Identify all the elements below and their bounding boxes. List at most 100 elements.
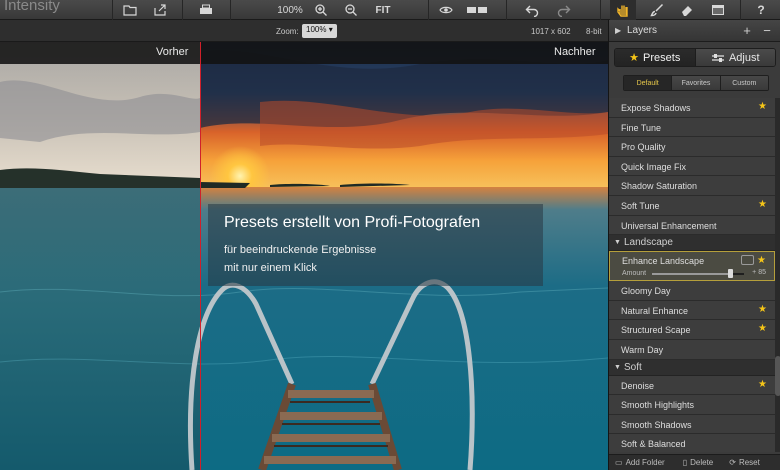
- add-folder-button[interactable]: ▭ Add Folder: [609, 455, 671, 470]
- list-item[interactable]: Soft Tune ★: [609, 195, 775, 216]
- star-icon[interactable]: ★: [758, 199, 767, 210]
- promo-line-2: mit nur einem Klick: [224, 262, 317, 274]
- amount-slider[interactable]: [652, 269, 744, 279]
- zoom-out-button[interactable]: [340, 0, 362, 20]
- reset-button[interactable]: ⟳ Reset: [723, 455, 766, 470]
- reset-label: Reset: [738, 458, 760, 467]
- sliders-icon: [711, 53, 724, 62]
- caret-right-icon: ▶: [615, 26, 622, 35]
- group-soft[interactable]: ▼ Soft: [609, 359, 775, 376]
- folder-icon: [123, 5, 137, 16]
- fit-button[interactable]: FIT: [370, 0, 396, 20]
- hand-icon: [617, 5, 628, 17]
- list-item[interactable]: Denoise ★: [609, 375, 775, 396]
- tab-adjust-label: Adjust: [728, 51, 760, 64]
- preset-label: Smooth Highlights: [621, 400, 695, 411]
- panel-footer: ▭ Add Folder ▯ Delete ⟳ Reset: [609, 454, 780, 470]
- preset-label: Denoise: [621, 380, 655, 391]
- star-icon[interactable]: ★: [758, 304, 767, 315]
- list-item[interactable]: Smooth Highlights: [609, 395, 775, 415]
- delete-label: Delete: [690, 458, 714, 467]
- preset-label: Warm Day: [621, 344, 664, 355]
- compare-button[interactable]: [462, 0, 492, 20]
- star-icon[interactable]: ★: [758, 379, 767, 390]
- adjust-icon[interactable]: [741, 255, 754, 266]
- zoom-in-button[interactable]: [310, 0, 332, 20]
- tab-presets[interactable]: ★ Presets: [615, 49, 695, 66]
- zoom-select[interactable]: 100% ▾: [302, 24, 337, 38]
- list-item[interactable]: Fine Tune: [609, 117, 775, 138]
- list-item[interactable]: Expose Shadows ★: [609, 98, 775, 118]
- bit-depth: 8-bit: [586, 27, 602, 36]
- undo-button[interactable]: [520, 0, 544, 20]
- brush-tool-button[interactable]: [644, 0, 670, 20]
- main-toolbar: Intensity 100% FIT ?: [0, 0, 780, 20]
- image-canvas[interactable]: Vorher Nachher Presets erstellt von Prof…: [0, 42, 608, 470]
- list-item[interactable]: Gloomy Day: [609, 281, 775, 301]
- add-layer-button[interactable]: +: [739, 23, 755, 39]
- star-icon[interactable]: ★: [758, 323, 767, 334]
- after-label: Nachher: [554, 46, 596, 58]
- scrollbar-thumb[interactable]: [775, 356, 780, 396]
- amount-slider-handle[interactable]: [728, 269, 734, 279]
- filter-custom[interactable]: Custom: [719, 76, 768, 90]
- preset-label: Quick Image Fix: [621, 161, 687, 172]
- right-panel: ▶ Layers + − ★ Presets Adjust Default Fa…: [608, 20, 780, 470]
- share-button[interactable]: [148, 0, 172, 20]
- status-bar: Zoom: 100% ▾ 1017 x 602 8-bit: [0, 20, 608, 42]
- star-icon[interactable]: ★: [757, 255, 766, 266]
- eraser-tool-button[interactable]: [674, 0, 700, 20]
- trash-icon: ▯: [682, 458, 688, 467]
- star-icon[interactable]: ★: [758, 101, 767, 112]
- zoom-out-icon: [345, 4, 357, 16]
- list-item[interactable]: Natural Enhance ★: [609, 300, 775, 321]
- list-item[interactable]: Soft & Balanced: [609, 434, 775, 452]
- hand-tool-button[interactable]: [610, 0, 636, 20]
- list-item[interactable]: Warm Day: [609, 339, 775, 360]
- layers-header[interactable]: ▶ Layers + −: [609, 20, 780, 42]
- before-label: Vorher: [156, 46, 189, 58]
- tab-presets-label: Presets: [643, 51, 681, 64]
- redo-button[interactable]: [552, 0, 576, 20]
- tab-adjust[interactable]: Adjust: [694, 49, 775, 66]
- zoom-value: 100%: [306, 25, 327, 34]
- zoom-label: Zoom:: [276, 27, 299, 36]
- help-button[interactable]: ?: [750, 0, 772, 20]
- zoom-in-icon: [315, 4, 327, 16]
- zoom-100-button[interactable]: 100%: [274, 0, 306, 20]
- print-icon: [200, 4, 212, 14]
- add-folder-label: Add Folder: [625, 458, 665, 467]
- list-item-selected[interactable]: Enhance Landscape ★ Amount + 85: [609, 251, 775, 282]
- list-item[interactable]: Shadow Saturation: [609, 176, 775, 196]
- list-item[interactable]: Structured Scape ★: [609, 320, 775, 340]
- image-dimensions: 1017 x 602: [531, 27, 571, 36]
- preset-scrollbar[interactable]: [775, 98, 780, 452]
- preset-label: Natural Enhance: [621, 305, 689, 316]
- list-item[interactable]: Smooth Shadows: [609, 414, 775, 435]
- help-icon: ?: [757, 3, 765, 17]
- list-item[interactable]: Pro Quality: [609, 137, 775, 157]
- open-folder-button[interactable]: [118, 0, 142, 20]
- delete-button[interactable]: ▯ Delete: [677, 455, 720, 470]
- app-title: Intensity: [4, 0, 60, 14]
- filter-favorites[interactable]: Favorites: [671, 76, 720, 90]
- list-item[interactable]: Quick Image Fix: [609, 156, 775, 177]
- remove-layer-button[interactable]: −: [759, 23, 775, 39]
- compare-divider-handle[interactable]: [200, 42, 201, 470]
- preset-label: Enhance Landscape: [622, 256, 705, 267]
- redo-icon: [557, 5, 571, 17]
- intensity-app: Intensity 100% FIT ? Zoom: 100% ▾ 1017 x…: [0, 0, 780, 470]
- chevron-down-icon: ▾: [328, 25, 333, 34]
- filter-default[interactable]: Default: [624, 76, 672, 90]
- window-button[interactable]: [706, 0, 730, 20]
- promo-title: Presets erstellt von Profi-Fotografen: [224, 214, 481, 231]
- group-label: Soft: [624, 361, 642, 373]
- list-item[interactable]: Universal Enhancement: [609, 215, 775, 236]
- preset-label: Soft & Balanced: [621, 439, 686, 450]
- print-button[interactable]: [194, 0, 218, 20]
- amount-value: + 85: [752, 269, 766, 277]
- preview-button[interactable]: [434, 0, 458, 20]
- preset-label: Gloomy Day: [621, 286, 671, 297]
- folder-add-icon: ▭: [615, 458, 623, 467]
- group-landscape[interactable]: ▼ Landscape: [609, 235, 775, 252]
